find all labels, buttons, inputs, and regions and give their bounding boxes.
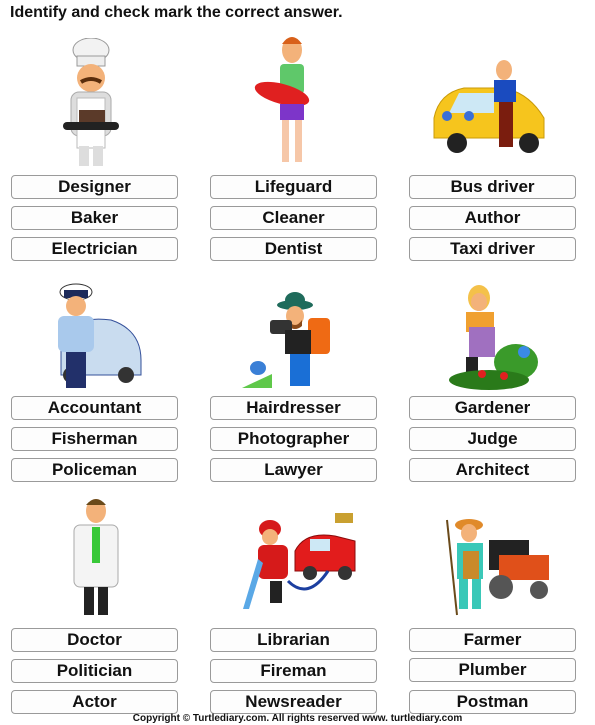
- answer-option[interactable]: Lawyer: [210, 458, 377, 482]
- answer-option[interactable]: Hairdresser: [210, 396, 377, 420]
- answer-option[interactable]: Lifeguard: [210, 175, 377, 199]
- lifeguard-illustration: [250, 32, 360, 172]
- answer-option[interactable]: Librarian: [210, 628, 377, 652]
- answer-option[interactable]: Author: [409, 206, 576, 230]
- baker-illustration: [51, 38, 161, 178]
- answer-option[interactable]: Actor: [11, 690, 178, 714]
- answer-option[interactable]: Fisherman: [11, 427, 178, 451]
- answer-option[interactable]: Accountant: [11, 396, 178, 420]
- answer-option[interactable]: Policeman: [11, 458, 178, 482]
- answer-option[interactable]: Bus driver: [409, 175, 576, 199]
- answer-option[interactable]: Newsreader: [210, 690, 377, 714]
- doctor-illustration: [66, 497, 176, 637]
- answer-option[interactable]: Postman: [409, 690, 576, 714]
- answer-option[interactable]: Taxi driver: [409, 237, 576, 261]
- answer-option[interactable]: Baker: [11, 206, 178, 230]
- answer-option[interactable]: Dentist: [210, 237, 377, 261]
- answer-option[interactable]: Gardener: [409, 396, 576, 420]
- answer-option[interactable]: Architect: [409, 458, 576, 482]
- answer-option[interactable]: Farmer: [409, 628, 576, 652]
- answer-option[interactable]: Fireman: [210, 659, 377, 683]
- worksheet-instructions: Identify and check mark the correct answ…: [10, 4, 343, 21]
- copyright-footer: Copyright © Turtlediary.com. All rights …: [132, 713, 463, 724]
- answer-option[interactable]: Cleaner: [210, 206, 377, 230]
- answer-option[interactable]: Politician: [11, 659, 178, 683]
- answer-option[interactable]: Designer: [11, 175, 178, 199]
- answer-option[interactable]: Electrician: [11, 237, 178, 261]
- answer-option[interactable]: Photographer: [210, 427, 377, 451]
- answer-option[interactable]: Plumber: [409, 658, 576, 682]
- answer-option[interactable]: Judge: [409, 427, 576, 451]
- answer-option[interactable]: Doctor: [11, 628, 178, 652]
